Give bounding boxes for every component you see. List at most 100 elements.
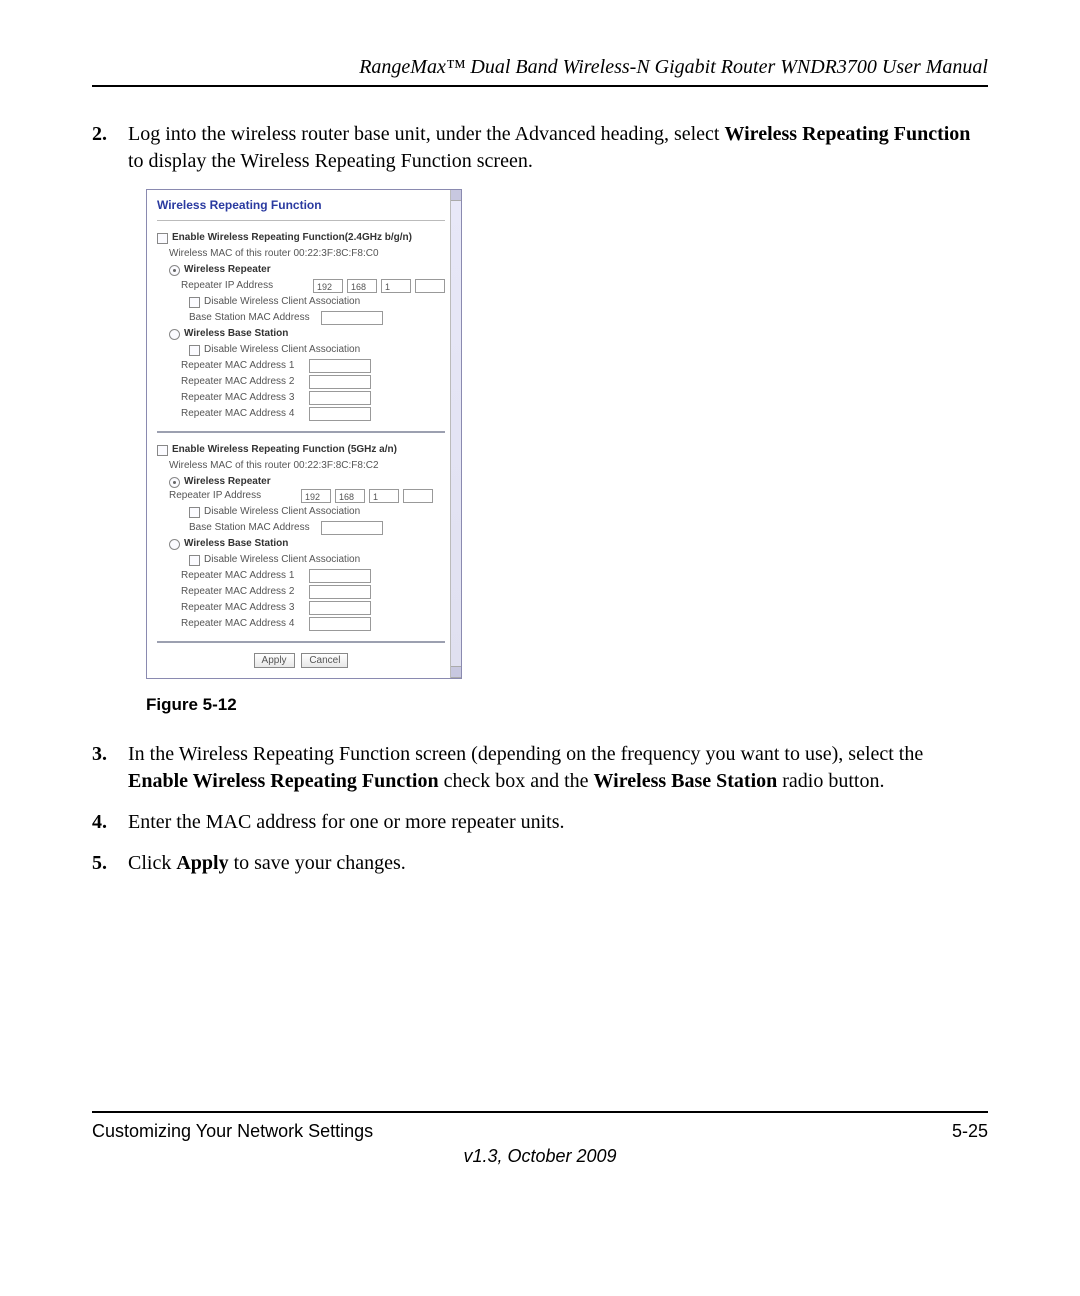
instruction-list-cont: 3. In the Wireless Repeating Function sc… [92,741,988,877]
step-number: 5. [92,850,128,877]
section-divider-2 [157,641,445,643]
step-text: Enter the MAC address for one or more re… [128,809,988,836]
rmac3-5g-row: Repeater MAC Address 3 [181,601,445,615]
wireless-repeater-5g-radio[interactable] [169,477,180,488]
ip-5g-octet1[interactable]: 192 [301,489,331,503]
repeater-2g-row: Wireless Repeater [169,263,445,277]
rmac3-2g-input[interactable] [309,391,371,405]
base-mac-2g-label: Base Station MAC Address [189,311,321,325]
rmac4-5g-input[interactable] [309,617,371,631]
disable-assoc-5g-a-label: Disable Wireless Client Association [204,505,360,519]
ip-2g-octet3[interactable]: 1 [381,279,411,293]
panel-title: Wireless Repeating Function [157,198,445,212]
disable-assoc-5g-a-checkbox[interactable] [189,507,200,518]
button-row: Apply Cancel [157,653,445,668]
spacer [92,891,988,1071]
rmac3-2g-row: Repeater MAC Address 3 [181,391,445,405]
footer-version: v1.3, October 2009 [92,1146,988,1167]
disable-assoc-2g-b-row: Disable Wireless Client Association [189,343,445,357]
disable-assoc-5g-a-row: Disable Wireless Client Association [189,505,445,519]
base-mac-2g-input[interactable] [321,311,383,325]
rmac2-5g-input[interactable] [309,585,371,599]
router-ui-screenshot: Wireless Repeating Function Enable Wirel… [146,189,462,679]
rmac2-2g-input[interactable] [309,375,371,389]
wireless-base-5g-radio[interactable] [169,539,180,550]
step-text: Click Apply to save your changes. [128,850,988,877]
rmac4-5g-row: Repeater MAC Address 4 [181,617,445,631]
enable-2g-checkbox[interactable] [157,233,168,244]
wireless-base-2g-radio[interactable] [169,329,180,340]
rmac3-5g-input[interactable] [309,601,371,615]
section-divider [157,431,445,433]
wireless-repeater-2g-radio[interactable] [169,265,180,276]
disable-assoc-2g-a-label: Disable Wireless Client Association [204,295,360,309]
step-number: 2. [92,121,128,175]
ip-2g-octet2[interactable]: 168 [347,279,377,293]
disable-assoc-2g-a-row: Disable Wireless Client Association [189,295,445,309]
rmac4-2g-input[interactable] [309,407,371,421]
step-4: 4. Enter the MAC address for one or more… [92,809,988,836]
repeater-ip-2g-row: Repeater IP Address 192 168 1 [181,279,445,293]
repeater-ip-2g-label: Repeater IP Address [181,279,313,293]
scrollbar[interactable] [450,190,461,678]
step-text: Log into the wireless router base unit, … [128,121,988,175]
figure-caption: Figure 5-12 [146,695,988,715]
wireless-repeater-5g-label: Wireless Repeater [184,475,271,489]
enable-5g-checkbox[interactable] [157,445,168,456]
base-5g-row: Wireless Base Station [169,537,445,551]
footer-right: 5-25 [952,1121,988,1142]
router-mac-5g: Wireless MAC of this router 00:22:3F:8C:… [169,459,445,473]
instruction-list: 2. Log into the wireless router base uni… [92,121,988,175]
repeater-5g-row: Wireless Repeater [169,475,445,489]
disable-assoc-2g-b-label: Disable Wireless Client Association [204,343,360,357]
cancel-button[interactable]: Cancel [301,653,348,668]
repeater-ip-5g-label: Repeater IP Address [169,489,301,503]
ip-5g-octet3[interactable]: 1 [369,489,399,503]
enable-5g-row: Enable Wireless Repeating Function (5GHz… [157,443,445,457]
step-number: 3. [92,741,128,795]
ip-5g-octet4[interactable] [403,489,433,503]
disable-assoc-2g-a-checkbox[interactable] [189,297,200,308]
rmac2-5g-row: Repeater MAC Address 2 [181,585,445,599]
step-text: In the Wireless Repeating Function scree… [128,741,988,795]
rmac1-2g-row: Repeater MAC Address 1 [181,359,445,373]
wireless-base-2g-label: Wireless Base Station [184,327,288,341]
apply-button[interactable]: Apply [254,653,295,668]
ip-2g-octet1[interactable]: 192 [313,279,343,293]
rmac1-5g-input[interactable] [309,569,371,583]
footer-left: Customizing Your Network Settings [92,1121,373,1142]
bottom-rule [92,1111,988,1113]
ip-5g-octet2[interactable]: 168 [335,489,365,503]
base-mac-5g-row: Base Station MAC Address [189,521,445,535]
disable-assoc-5g-b-row: Disable Wireless Client Association [189,553,445,567]
running-head: RangeMax™ Dual Band Wireless-N Gigabit R… [92,56,988,85]
router-mac-2g: Wireless MAC of this router 00:22:3F:8C:… [169,247,445,261]
step-3: 3. In the Wireless Repeating Function sc… [92,741,988,795]
scroll-up-icon[interactable] [451,190,461,201]
ip-2g-octet4[interactable] [415,279,445,293]
step-number: 4. [92,809,128,836]
top-rule [92,85,988,87]
manual-page: RangeMax™ Dual Band Wireless-N Gigabit R… [0,0,1080,1207]
rmac4-2g-row: Repeater MAC Address 4 [181,407,445,421]
rmac1-5g-row: Repeater MAC Address 1 [181,569,445,583]
rmac1-2g-input[interactable] [309,359,371,373]
scroll-down-icon[interactable] [451,666,461,678]
divider [157,220,445,221]
rmac2-2g-row: Repeater MAC Address 2 [181,375,445,389]
step-2: 2. Log into the wireless router base uni… [92,121,988,175]
base-mac-2g-row: Base Station MAC Address [189,311,445,325]
base-2g-row: Wireless Base Station [169,327,445,341]
disable-assoc-5g-b-label: Disable Wireless Client Association [204,553,360,567]
base-mac-5g-label: Base Station MAC Address [189,521,321,535]
disable-assoc-2g-b-checkbox[interactable] [189,345,200,356]
repeater-ip-5g-row: Repeater IP Address 192 168 1 [169,489,445,503]
disable-assoc-5g-b-checkbox[interactable] [189,555,200,566]
wireless-base-5g-label: Wireless Base Station [184,537,288,551]
base-mac-5g-input[interactable] [321,521,383,535]
step-5: 5. Click Apply to save your changes. [92,850,988,877]
enable-2g-row: Enable Wireless Repeating Function(2.4GH… [157,231,445,245]
wireless-repeater-2g-label: Wireless Repeater [184,263,271,277]
footer: Customizing Your Network Settings 5-25 [92,1121,988,1142]
enable-2g-label: Enable Wireless Repeating Function(2.4GH… [172,231,412,245]
